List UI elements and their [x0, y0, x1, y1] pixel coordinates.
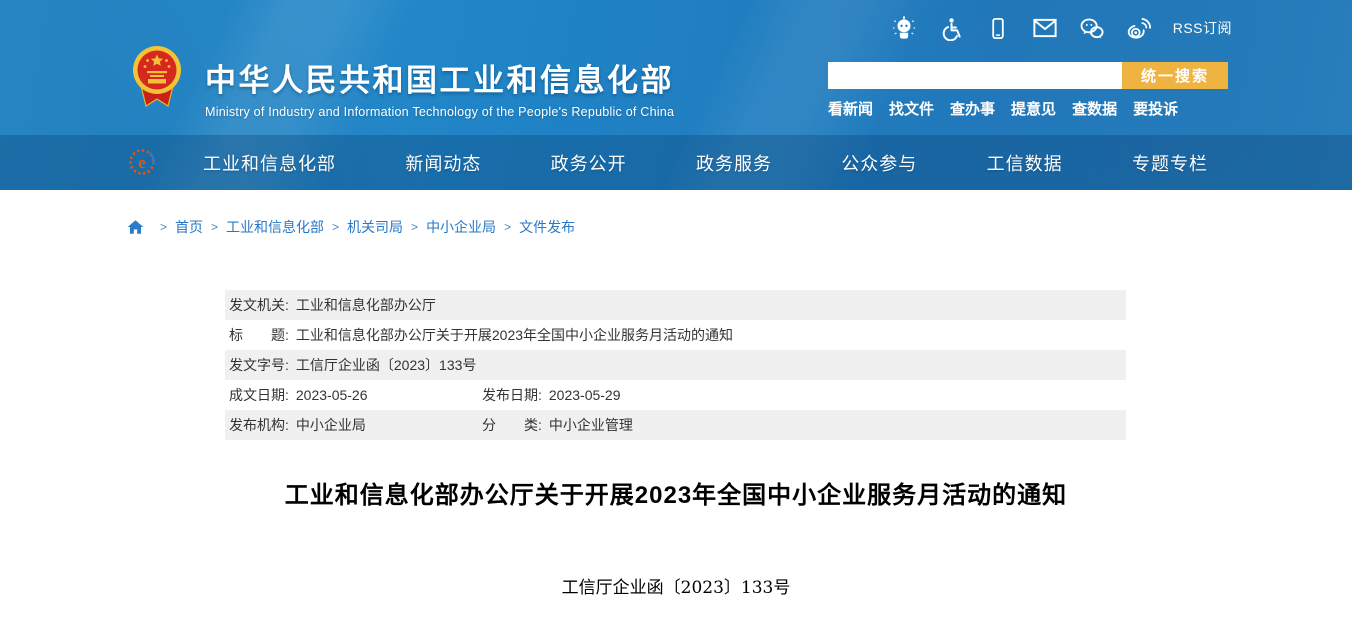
- meta-label: 发布日期:: [482, 387, 542, 403]
- site-title: 中华人民共和国工业和信息化部: [205, 63, 674, 98]
- nav-item[interactable]: 新闻动态: [405, 150, 481, 176]
- unified-search-button[interactable]: 统一搜索: [1122, 62, 1228, 89]
- wechat-icon[interactable]: [1079, 15, 1105, 41]
- nav-item[interactable]: 政务服务: [696, 150, 772, 176]
- meta-value: 工信厅企业函〔2023〕133号: [295, 357, 477, 373]
- meta-row-doc-number: 发文字号: 工信厅企业函〔2023〕133号: [225, 350, 1126, 380]
- search-input[interactable]: [828, 62, 1122, 89]
- meta-value: 工业和信息化部办公厅关于开展2023年全国中小企业服务月活动的通知: [295, 327, 734, 343]
- breadcrumb-item[interactable]: 中小企业局: [426, 217, 496, 237]
- breadcrumb-segment: > 机关司局: [324, 217, 403, 237]
- nav-item[interactable]: 工业和信息化部: [203, 150, 336, 176]
- nav-item[interactable]: 公众参与: [841, 150, 917, 176]
- breadcrumb: > 首页 > 工业和信息化部 > 机关司局 > 中小企业局 > 文件发布: [127, 217, 575, 237]
- meta-label: 发文字号:: [229, 357, 289, 373]
- breadcrumb-segment: > 中小企业局: [403, 217, 496, 237]
- meta-row-publisher-category: 发布机构: 中小企业局 分 类: 中小企业管理: [225, 410, 1126, 440]
- quick-link[interactable]: 提意见: [1011, 98, 1056, 119]
- breadcrumb-separator: >: [504, 220, 512, 234]
- article-doc-number: 工信厅企业函〔2023〕133号: [561, 578, 791, 598]
- article-title: 工业和信息化部办公厅关于开展2023年全国中小企业服务月活动的通知: [284, 482, 1068, 509]
- mobile-icon[interactable]: [985, 15, 1011, 41]
- search-bar: 统一搜索: [828, 62, 1228, 89]
- accessibility-icon[interactable]: [938, 15, 964, 41]
- meta-row-issuing-agency: 发文机关: 工业和信息化部办公厅: [225, 290, 1126, 320]
- search-quick-links: 看新闻 找文件 查办事 提意见 查数据 要投诉: [828, 98, 1178, 119]
- meta-label: 标 题:: [229, 327, 289, 343]
- rss-subscribe-link[interactable]: RSS订阅: [1173, 18, 1232, 38]
- page: RSS订阅 中华人民共和国工业和信息化部 Ministry of Industr…: [0, 0, 1352, 635]
- quick-link[interactable]: 查数据: [1072, 98, 1117, 119]
- breadcrumb-separator: >: [211, 220, 219, 234]
- robot-icon[interactable]: [891, 15, 917, 41]
- breadcrumb-separator: >: [160, 220, 168, 234]
- breadcrumb-item[interactable]: 文件发布: [519, 217, 575, 237]
- breadcrumb-separator: >: [332, 220, 340, 234]
- nav-item[interactable]: 专题专栏: [1132, 150, 1208, 176]
- meta-value: 2023-05-26: [295, 387, 368, 403]
- nav-item[interactable]: 工信数据: [987, 150, 1063, 176]
- meta-value: 工业和信息化部办公厅: [295, 297, 436, 313]
- quick-link[interactable]: 查办事: [950, 98, 995, 119]
- meta-label: 分 类:: [482, 417, 542, 433]
- breadcrumb-segment: > 工业和信息化部: [203, 217, 324, 237]
- quick-link[interactable]: 找文件: [889, 98, 934, 119]
- meta-value: 2023-05-29: [548, 387, 621, 403]
- meta-label: 发文机关:: [229, 297, 289, 313]
- meta-label: 成文日期:: [229, 387, 289, 403]
- utility-bar: RSS订阅: [891, 15, 1232, 41]
- home-icon[interactable]: [127, 219, 144, 235]
- breadcrumb-item[interactable]: 机关司局: [347, 217, 403, 237]
- breadcrumb-item[interactable]: 首页: [175, 217, 203, 237]
- national-emblem-logo: [131, 44, 183, 115]
- svg-text:e: e: [138, 153, 146, 172]
- site-subtitle: Ministry of Industry and Information Tec…: [205, 105, 675, 119]
- breadcrumb-segment: > 首页: [152, 217, 203, 237]
- breadcrumb-item[interactable]: 工业和信息化部: [226, 217, 324, 237]
- quick-link[interactable]: 要投诉: [1133, 98, 1178, 119]
- gov-e-logo-icon: e: [127, 147, 157, 182]
- main-nav: 工业和信息化部 新闻动态 政务公开 政务服务 公众参与 工信数据 专题专栏: [203, 135, 1208, 190]
- breadcrumb-separator: >: [411, 220, 419, 234]
- meta-value: 中小企业局: [295, 417, 366, 433]
- meta-label: 发布机构:: [229, 417, 289, 433]
- nav-item[interactable]: 政务公开: [551, 150, 627, 176]
- weibo-icon[interactable]: [1126, 15, 1152, 41]
- meta-row-dates: 成文日期: 2023-05-26 发布日期: 2023-05-29: [225, 380, 1126, 410]
- breadcrumb-segment: > 文件发布: [496, 217, 575, 237]
- site-brand: 中华人民共和国工业和信息化部 Ministry of Industry and …: [205, 55, 674, 119]
- meta-value: 中小企业管理: [548, 417, 633, 433]
- quick-link[interactable]: 看新闻: [828, 98, 873, 119]
- site-header: RSS订阅 中华人民共和国工业和信息化部 Ministry of Industr…: [0, 0, 1352, 190]
- meta-row-title: 标 题: 工业和信息化部办公厅关于开展2023年全国中小企业服务月活动的通知: [225, 320, 1126, 350]
- mail-icon[interactable]: [1032, 15, 1058, 41]
- document-meta-table: 发文机关: 工业和信息化部办公厅 标 题: 工业和信息化部办公厅关于开展2023年全…: [225, 290, 1126, 440]
